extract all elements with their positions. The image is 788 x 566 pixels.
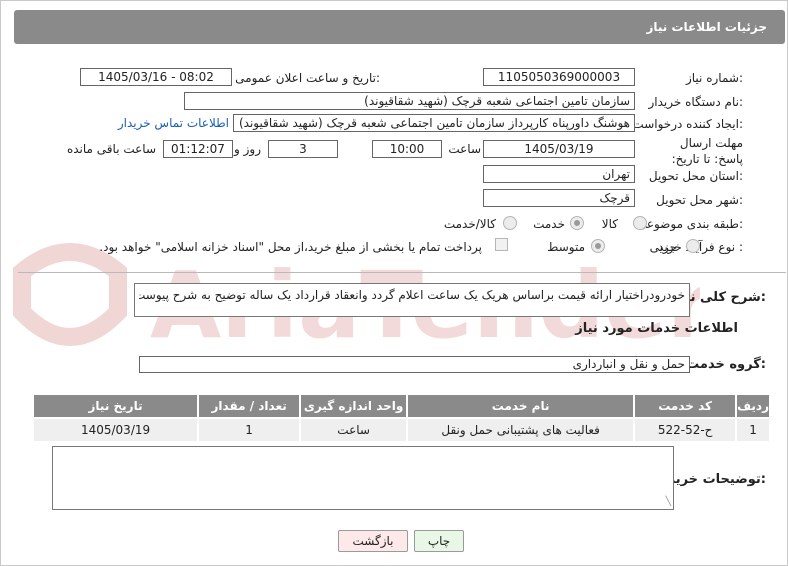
col-header-service-code: کد خدمت xyxy=(633,393,738,419)
category-radio-service[interactable] xyxy=(570,216,584,230)
purchase-radio-minor[interactable] xyxy=(686,239,700,253)
section-divider xyxy=(18,272,786,273)
description-text: خودرودراختیار ارائه قیمت براساس هریک یک … xyxy=(139,288,685,302)
days-and-label: روز و xyxy=(234,142,261,156)
announce-datetime-field: 1405/03/16 - 08:02 xyxy=(80,68,232,86)
need-number-label: شماره نیاز: xyxy=(685,71,743,85)
deadline-label: مهلت ارسال پاسخ: تا تاریخ: xyxy=(671,136,743,166)
buyer-contact-link[interactable]: اطلاعات تماس خریدار xyxy=(118,116,229,130)
buyer-org-field: سازمان تامین اجتماعی شعبه قرچک (شهید شقا… xyxy=(184,92,635,110)
cell-row-number: 1 xyxy=(735,417,771,443)
service-group-label: گروه خدمت: xyxy=(686,357,766,372)
table-row: 1 ح-52-522 فعالیت های پشتیبانی حمل ونقل … xyxy=(31,417,771,443)
need-number-field: 1105050369000003 xyxy=(483,68,635,86)
col-header-need-date: تاریخ نیاز xyxy=(31,393,200,419)
deadline-date-field: 1405/03/19 xyxy=(483,140,635,158)
cell-service-code: ح-52-522 xyxy=(633,417,738,443)
print-button[interactable]: چاپ xyxy=(414,530,464,552)
buyer-notes-textarea[interactable]: ╲ xyxy=(52,446,674,510)
category-option-goods: کالا xyxy=(601,217,618,231)
service-group-field: حمل و نقل و انبارداری xyxy=(139,356,690,373)
col-header-quantity: تعداد / مقدار xyxy=(197,393,302,419)
page-title: جزئیات اطلاعات نیاز xyxy=(646,20,767,34)
purchase-option-medium: متوسط xyxy=(547,240,585,254)
remaining-time-field: 01:12:07 xyxy=(163,140,233,158)
purchase-option-minor: جزیی xyxy=(649,240,677,254)
city-field: قرچک xyxy=(483,189,635,207)
purchase-radio-medium[interactable] xyxy=(591,239,605,253)
resize-grip-icon[interactable]: ╲ xyxy=(666,498,671,507)
deadline-hour-label: ساعت xyxy=(448,142,481,156)
buyer-org-label: نام دستگاه خریدار: xyxy=(648,95,744,109)
cell-unit: ساعت xyxy=(299,417,409,443)
back-button[interactable]: بازگشت xyxy=(338,530,408,552)
category-label: طبقه بندی موضوعی: xyxy=(636,217,743,231)
treasury-payment-note: پرداخت تمام یا بخشی از مبلغ خرید،از محل … xyxy=(99,240,482,254)
description-textarea: خودرودراختیار ارائه قیمت براساس هریک یک … xyxy=(134,283,690,317)
cell-service-name: فعالیت های پشتیبانی حمل ونقل xyxy=(406,417,636,443)
cell-quantity: 1 xyxy=(197,417,302,443)
col-header-service-name: نام خدمت xyxy=(406,393,636,419)
category-radio-goods[interactable] xyxy=(633,216,647,230)
category-option-goods-service: کالا/خدمت xyxy=(443,217,496,231)
days-field: 3 xyxy=(268,140,338,158)
treasury-payment-checkbox[interactable] xyxy=(495,238,508,251)
category-radio-goods-service[interactable] xyxy=(503,216,517,230)
services-table-header-row: ردیف کد خدمت نام خدمت واحد اندازه گیری ت… xyxy=(31,393,771,419)
col-header-row-number: ردیف xyxy=(735,393,771,419)
city-label: شهر محل تحویل: xyxy=(656,193,743,207)
deadline-time-field: 10:00 xyxy=(372,140,442,158)
remaining-label: ساعت باقی مانده xyxy=(66,142,156,156)
cell-need-date: 1405/03/19 xyxy=(31,417,200,443)
category-option-service: خدمت xyxy=(533,217,565,231)
services-table: ردیف کد خدمت نام خدمت واحد اندازه گیری ت… xyxy=(31,393,771,443)
province-label: استان محل تحویل: xyxy=(648,169,743,183)
province-field: تهران xyxy=(483,165,635,183)
col-header-unit: واحد اندازه گیری xyxy=(299,393,409,419)
requester-label: ایجاد کننده درخواست: xyxy=(632,117,743,131)
page-header: جزئیات اطلاعات نیاز xyxy=(14,10,785,44)
requester-field: هوشنگ داورپناه کارپرداز سازمان تامین اجت… xyxy=(233,114,635,132)
announce-datetime-label: تاریخ و ساعت اعلان عمومی: xyxy=(235,71,380,85)
services-info-title: اطلاعات خدمات مورد نیاز xyxy=(575,321,738,336)
